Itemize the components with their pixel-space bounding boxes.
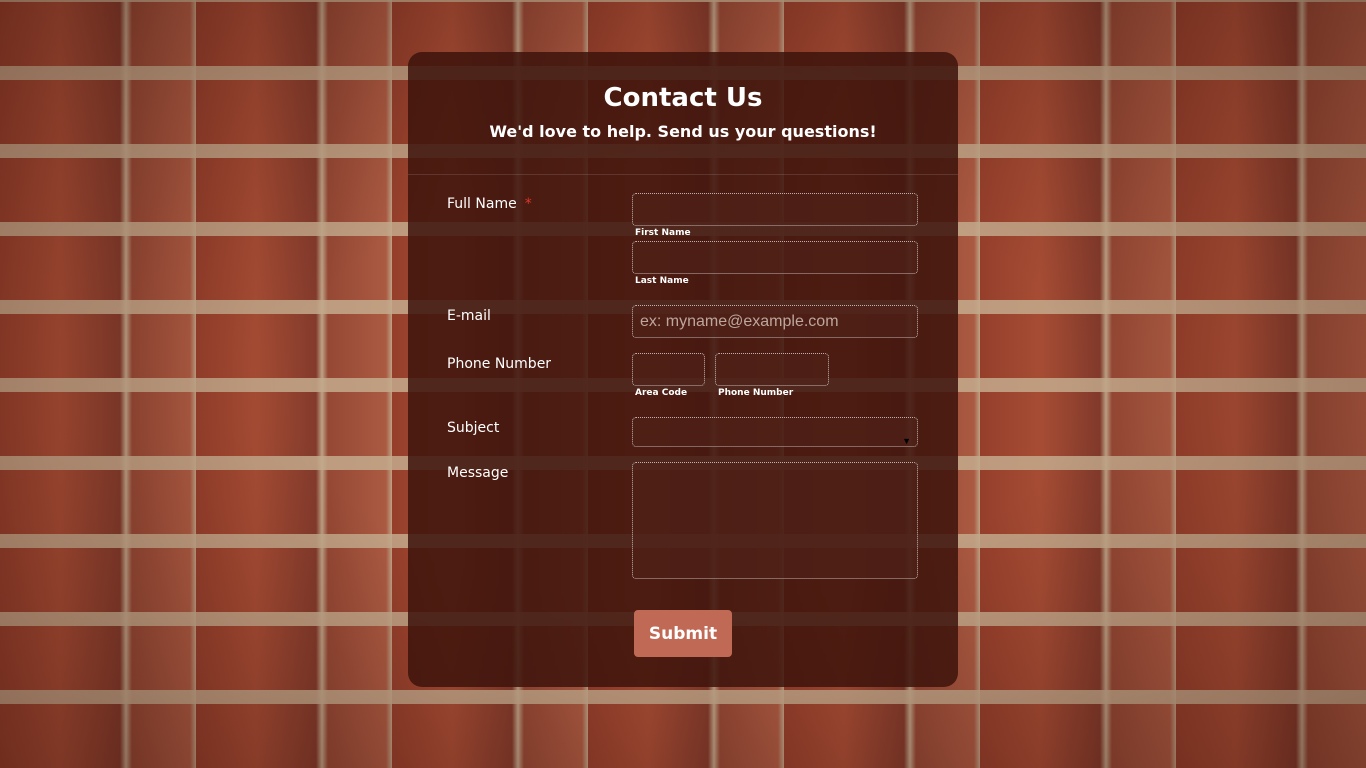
caret-down-icon: ▼ [902, 436, 911, 446]
first-name-sublabel: First Name [635, 228, 691, 238]
phone-label: Phone Number [447, 356, 552, 372]
form-header: Contact Us We'd love to help. Send us yo… [408, 52, 958, 175]
submit-button[interactable]: Submit [634, 610, 732, 657]
message-label: Message [447, 465, 509, 481]
last-name-input[interactable] [632, 241, 918, 274]
message-textarea[interactable] [632, 462, 918, 579]
form-title: Contact Us [603, 83, 763, 113]
full-name-label-text: Full Name [447, 196, 517, 212]
last-name-sublabel: Last Name [635, 276, 689, 286]
email-label: E-mail [447, 308, 491, 324]
contact-form-card: Contact Us We'd love to help. Send us yo… [408, 52, 958, 687]
area-code-input[interactable] [632, 353, 705, 386]
subject-select[interactable]: ▼ [632, 417, 918, 447]
form-subtitle: We'd love to help. Send us your question… [489, 122, 877, 141]
subject-label: Subject [447, 420, 500, 436]
email-input[interactable]: ex: myname@example.com [632, 305, 918, 338]
area-code-sublabel: Area Code [635, 388, 688, 398]
phone-number-sublabel: Phone Number [718, 388, 794, 398]
first-name-input[interactable] [632, 193, 918, 226]
phone-number-input[interactable] [715, 353, 829, 386]
required-asterisk: * [524, 196, 532, 212]
full-name-label: Full Name * [447, 196, 532, 212]
